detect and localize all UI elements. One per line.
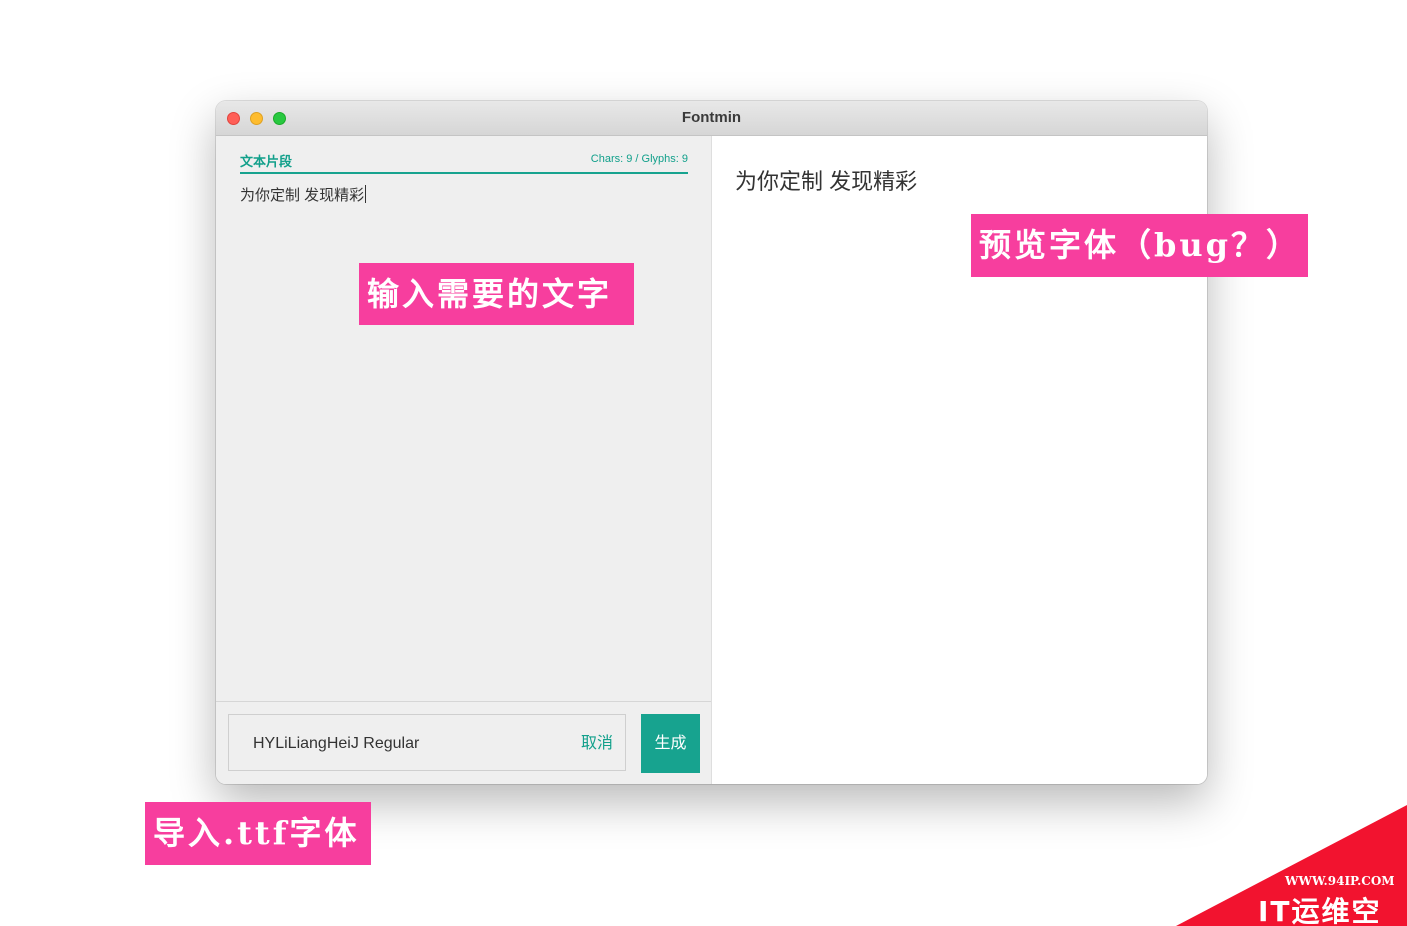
- watermark-brand: IT运维空间: [1258, 895, 1382, 926]
- watermark-url: WWW.94IP.COM: [1285, 874, 1395, 888]
- screenshot-stage: Fontmin 文本片段 Chars: 9 / Glyphs: 9 为你定制 发…: [0, 0, 1407, 926]
- watermark-triangle: [1176, 805, 1407, 926]
